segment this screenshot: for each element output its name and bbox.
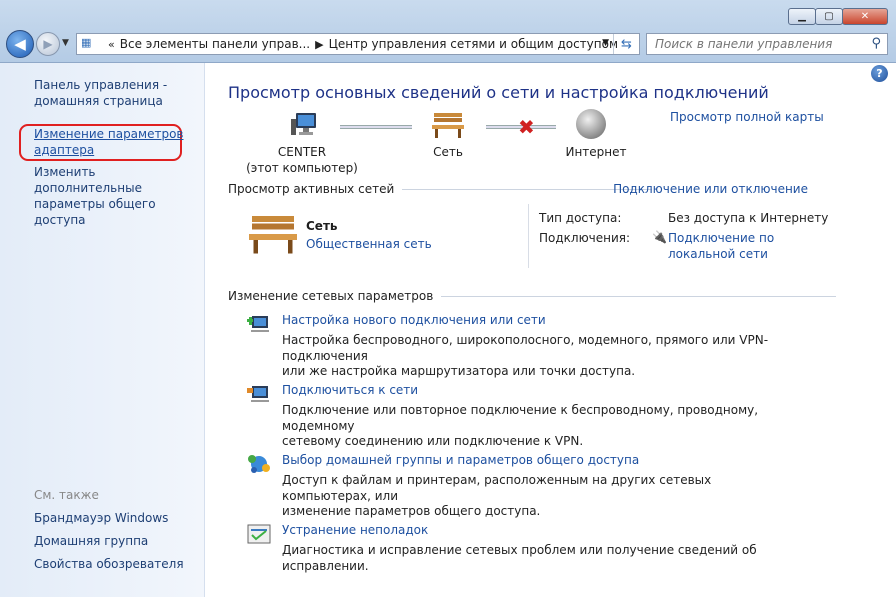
sidebar-item-advanced-sharing[interactable]: Изменить дополнительные параметры общего… [34, 164, 204, 228]
address-bar[interactable]: ▦ « Все элементы панели управ... ▶ Центр… [76, 33, 640, 55]
desc-line: Подключение или повторное подключение к … [282, 403, 759, 433]
desc-line: сетевому соединению или подключение к VP… [282, 434, 584, 448]
sidebar-item-internet-options[interactable]: Свойства обозревателя [34, 556, 184, 572]
access-type-value: Без доступа к Интернету [668, 211, 829, 225]
refresh-button[interactable]: ⇆ [613, 34, 639, 54]
title-bar: ▁ ▢ ✕ ◀ ▶ ▼ ▦ « Все элементы панели упра… [0, 0, 896, 63]
active-networks-label: Просмотр активных сетей [228, 182, 395, 196]
sidebar-item-control-panel-home[interactable]: Панель управления - домашняя страница [34, 77, 167, 109]
local-connection-link[interactable]: Подключение по локальной сети [668, 231, 774, 262]
task-description: Доступ к файлам и принтерам, расположенн… [282, 473, 802, 520]
active-networks-header: Просмотр активных сетей [228, 182, 653, 196]
homegroup-icon [248, 455, 270, 473]
address-dropdown-icon[interactable]: ▼ [602, 38, 609, 48]
sidebar: Панель управления - домашняя страница Из… [0, 63, 205, 597]
divider [528, 204, 529, 268]
internet-globe-icon [576, 109, 606, 139]
back-arrow-icon: ◀ [14, 35, 26, 53]
change-settings-header: Изменение сетевых параметров [228, 289, 837, 303]
back-button[interactable]: ◀ [6, 30, 34, 58]
control-panel-icon: ▦ [81, 36, 92, 49]
bench-network-icon [432, 113, 464, 138]
desc-line: или же настройка маршрутизатора или точк… [282, 364, 636, 378]
link-label: Подключение по [668, 231, 775, 245]
help-icon[interactable]: ? [871, 65, 888, 82]
network-adapter-icon: 🔌 [652, 230, 667, 244]
sidebar-item-label: адаптера [34, 143, 95, 157]
close-button[interactable]: ✕ [842, 8, 888, 25]
network-name: Сеть [306, 219, 338, 233]
change-settings-label: Изменение сетевых параметров [228, 289, 434, 303]
full-map-link[interactable]: Просмотр полной карты [670, 110, 824, 124]
connection-line [340, 125, 412, 129]
desc-line: Доступ к файлам и принтерам, расположенн… [282, 473, 712, 503]
network-label: Сеть [433, 145, 463, 159]
breadcrumb-all-items[interactable]: Все элементы панели управ... [120, 37, 310, 51]
link-label: локальной сети [668, 246, 768, 261]
chevron-left-icon[interactable]: « [108, 38, 115, 51]
divider [441, 295, 837, 297]
see-also-heading: См. также [34, 488, 99, 502]
bench-network-icon [249, 216, 297, 254]
breadcrumb-network-center[interactable]: Центр управления сетями и общим доступом [329, 37, 618, 51]
minimize-button[interactable]: ▁ [788, 8, 816, 25]
sidebar-item-homegroup[interactable]: Домашняя группа [34, 533, 148, 549]
window-controls: ▁ ▢ ✕ [788, 8, 888, 25]
computer-icon [291, 113, 316, 135]
page-title: Просмотр основных сведений о сети и наст… [228, 83, 769, 102]
task-description: Подключение или повторное подключение к … [282, 403, 802, 450]
desc-line: изменение параметров общего доступа. [282, 504, 541, 518]
troubleshoot-icon [247, 524, 271, 544]
search-icon[interactable]: ⚲ [871, 36, 881, 51]
desc-line: Диагностика и исправление сетевых пробле… [282, 543, 757, 573]
main-content: ? Просмотр основных сведений о сети и на… [206, 63, 896, 597]
sidebar-item-label: Изменение параметров [34, 127, 184, 141]
task-title-link[interactable]: Выбор домашней группы и параметров общег… [282, 453, 639, 467]
new-connection-icon [247, 316, 269, 332]
task-description: Настройка беспроводного, широкополосного… [282, 333, 802, 380]
sidebar-item-label: Панель управления - [34, 78, 168, 92]
search-box[interactable]: ⚲ [646, 33, 888, 55]
sidebar-item-label: Изменить дополнительные [34, 165, 142, 195]
maximize-button[interactable]: ▢ [815, 8, 843, 25]
task-title-link[interactable]: Подключиться к сети [282, 383, 418, 397]
task-description: Диагностика и исправление сетевых пробле… [282, 543, 802, 574]
computer-name: CENTER [277, 145, 327, 159]
task-title-link[interactable]: Устранение неполадок [282, 523, 428, 537]
sidebar-item-label: домашняя страница [34, 94, 163, 108]
sidebar-item-firewall[interactable]: Брандмауэр Windows [34, 510, 168, 526]
forward-button[interactable]: ▶ [36, 32, 60, 56]
access-type-label: Тип доступа: [539, 211, 622, 225]
refresh-icon: ⇆ [621, 36, 632, 52]
task-title-link[interactable]: Настройка нового подключения или сети [282, 313, 546, 327]
desc-line: Настройка беспроводного, широкополосного… [282, 333, 769, 363]
internet-label: Интернет [565, 145, 627, 159]
network-type-link[interactable]: Общественная сеть [306, 237, 432, 251]
breadcrumb-separator-icon[interactable]: ▶ [315, 38, 323, 51]
connect-network-icon [247, 386, 269, 402]
sidebar-item-label: параметры общего доступа [34, 197, 156, 227]
search-input[interactable] [655, 37, 855, 51]
connections-label: Подключения: [539, 231, 631, 245]
computer-subtitle: (этот компьютер) [246, 161, 358, 175]
connect-disconnect-link[interactable]: Подключение или отключение [613, 182, 808, 196]
forward-arrow-icon: ▶ [43, 37, 53, 51]
disconnected-x-icon: ✖ [518, 115, 535, 139]
sidebar-item-adapter-settings[interactable]: Изменение параметров адаптера [34, 126, 184, 158]
recent-pages-dropdown[interactable]: ▼ [62, 38, 69, 48]
